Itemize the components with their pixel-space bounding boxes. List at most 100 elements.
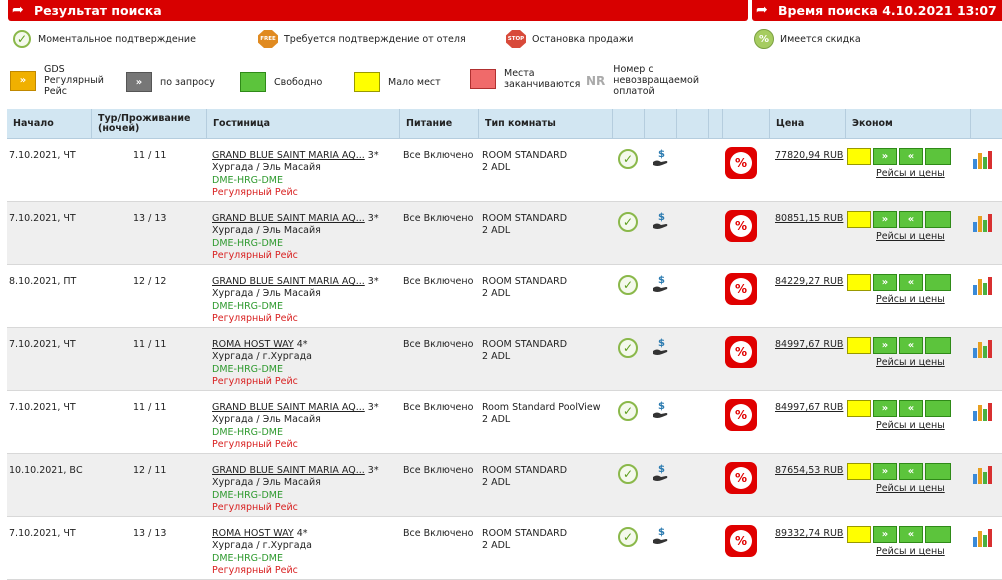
flight-route: DME-HRG-DME <box>212 237 283 249</box>
outbound-flight-button[interactable]: » <box>873 463 897 480</box>
hotel-link[interactable]: GRAND BLUE SAINT MARIA AQ... <box>212 150 365 161</box>
legend-few: Мало мест <box>354 72 441 92</box>
svg-text:$: $ <box>658 464 665 475</box>
discount-icon: % <box>754 29 774 49</box>
double-arrow-right-icon: » <box>126 72 152 92</box>
room-type: ROOM STANDARD <box>482 528 568 539</box>
legend-free: Свободно <box>240 72 322 92</box>
discount-icon: % <box>725 210 757 242</box>
outbound-flight-button[interactable]: » <box>873 337 897 354</box>
bar-chart-icon[interactable] <box>973 149 995 169</box>
outbound-flight-button[interactable]: » <box>873 526 897 543</box>
price-link[interactable]: 77820,94 RUB <box>775 150 843 162</box>
hotel-link[interactable]: GRAND BLUE SAINT MARIA AQ... <box>212 276 365 287</box>
outbound-flight-button[interactable]: » <box>873 274 897 291</box>
bar-chart-icon[interactable] <box>973 464 995 484</box>
flights-and-prices-link[interactable]: Рейсы и цены <box>876 483 945 494</box>
outbound-flight-button[interactable]: » <box>873 148 897 165</box>
econom-availability: » « <box>847 337 951 354</box>
return-flight-button[interactable]: « <box>899 463 923 480</box>
bar-chart-icon[interactable] <box>973 338 995 358</box>
start-date: 7.10.2021, ЧТ <box>9 339 76 350</box>
availability-free-button[interactable] <box>925 463 951 480</box>
availability-few-button[interactable] <box>847 148 871 165</box>
return-flight-button[interactable]: « <box>899 526 923 543</box>
availability-few-button[interactable] <box>847 274 871 291</box>
start-date: 7.10.2021, ЧТ <box>9 213 76 224</box>
price-link[interactable]: 84229,27 RUB <box>775 276 843 288</box>
availability-few-button[interactable] <box>847 211 871 228</box>
availability-few-button[interactable] <box>847 400 871 417</box>
hotel-location: Хургада / г.Хургада <box>212 540 312 552</box>
room-cell: ROOM STANDARD 2 ADL <box>482 276 567 301</box>
bar-chart-icon[interactable] <box>973 401 995 421</box>
room-pax: 2 ADL <box>482 162 511 174</box>
flight-type: Регулярный Рейс <box>212 250 298 262</box>
hotel-stars: 3* <box>367 150 379 161</box>
hotel-cell: GRAND BLUE SAINT MARIA AQ... 3* Хургада /… <box>212 213 379 263</box>
price-link[interactable]: 84997,67 RUB <box>775 402 843 414</box>
hotel-link[interactable]: GRAND BLUE SAINT MARIA AQ... <box>212 213 365 224</box>
discount-icon: % <box>725 147 757 179</box>
availability-few-button[interactable] <box>847 526 871 543</box>
check-icon: ✓ <box>618 212 638 232</box>
econom-availability: » « <box>847 463 951 480</box>
nights-value: 11 / 11 <box>133 339 167 350</box>
bar-chart-icon[interactable] <box>973 275 995 295</box>
outbound-flight-button[interactable]: » <box>873 400 897 417</box>
availability-few-button[interactable] <box>847 337 871 354</box>
availability-few-button[interactable] <box>847 463 871 480</box>
hotel-link[interactable]: ROMA HOST WAY <box>212 339 294 350</box>
return-flight-button[interactable]: « <box>899 148 923 165</box>
svg-text:$: $ <box>658 401 665 412</box>
discount-icon: % <box>725 462 757 494</box>
return-flight-button[interactable]: « <box>899 337 923 354</box>
price-link[interactable]: 80851,15 RUB <box>775 213 843 225</box>
return-flight-button[interactable]: « <box>899 400 923 417</box>
bar-chart-icon[interactable] <box>973 527 995 547</box>
availability-free-button[interactable] <box>925 337 951 354</box>
flight-route: DME-HRG-DME <box>212 300 283 312</box>
bar-chart-icon[interactable] <box>973 212 995 232</box>
room-cell: ROOM STANDARD 2 ADL <box>482 528 567 553</box>
table-row: 7.10.2021, ЧТ 11 / 11 ROMA HOST WAY 4* Хург… <box>7 328 1002 391</box>
room-pax: 2 ADL <box>482 540 511 552</box>
outbound-flight-button[interactable]: » <box>873 211 897 228</box>
return-flight-button[interactable]: « <box>899 211 923 228</box>
legend-discount: % Имеется скидка <box>754 29 861 49</box>
flights-and-prices-link[interactable]: Рейсы и цены <box>876 231 945 242</box>
free-octagon-icon: FREE <box>258 30 278 48</box>
availability-free-button[interactable] <box>925 400 951 417</box>
flights-and-prices-link[interactable]: Рейсы и цены <box>876 357 945 368</box>
price-link[interactable]: 87654,53 RUB <box>775 465 843 477</box>
table-row: 7.10.2021, ЧТ 13 / 13 GRAND BLUE SAINT MAR… <box>7 202 1002 265</box>
flight-route: DME-HRG-DME <box>212 489 283 501</box>
legend-hotel-confirm: FREE Требуется подтверждение от отеля <box>258 29 466 49</box>
return-flight-button[interactable]: « <box>899 274 923 291</box>
flights-and-prices-link[interactable]: Рейсы и цены <box>876 546 945 557</box>
availability-free-button[interactable] <box>925 211 951 228</box>
svg-text:$: $ <box>658 338 665 349</box>
flight-type: Регулярный Рейс <box>212 502 298 514</box>
flights-and-prices-link[interactable]: Рейсы и цены <box>876 420 945 431</box>
room-pax: 2 ADL <box>482 351 511 363</box>
hotel-link[interactable]: ROMA HOST WAY <box>212 528 294 539</box>
meal-value: Все Включено <box>403 339 474 350</box>
flights-and-prices-link[interactable]: Рейсы и цены <box>876 294 945 305</box>
hotel-location: Хургада / Эль Масайя <box>212 162 321 174</box>
econom-availability: » « <box>847 148 951 165</box>
flights-and-prices-link[interactable]: Рейсы и цены <box>876 168 945 179</box>
price-link[interactable]: 89332,74 RUB <box>775 528 843 540</box>
availability-free-button[interactable] <box>925 148 951 165</box>
availability-free-button[interactable] <box>925 526 951 543</box>
stop-octagon-icon: STOP <box>506 30 526 48</box>
hotel-link[interactable]: GRAND BLUE SAINT MARIA AQ... <box>212 465 365 476</box>
room-cell: ROOM STANDARD 2 ADL <box>482 339 567 364</box>
hotel-link[interactable]: GRAND BLUE SAINT MARIA AQ... <box>212 402 365 413</box>
availability-free-button[interactable] <box>925 274 951 291</box>
price-link[interactable]: 84997,67 RUB <box>775 339 843 351</box>
check-icon: ✓ <box>618 338 638 358</box>
nights-value: 13 / 13 <box>133 213 167 224</box>
col-meal: Питание <box>399 109 478 139</box>
table-row: 7.10.2021, ЧТ 13 / 13 ROMA HOST WAY 4* Хург… <box>7 517 1002 580</box>
